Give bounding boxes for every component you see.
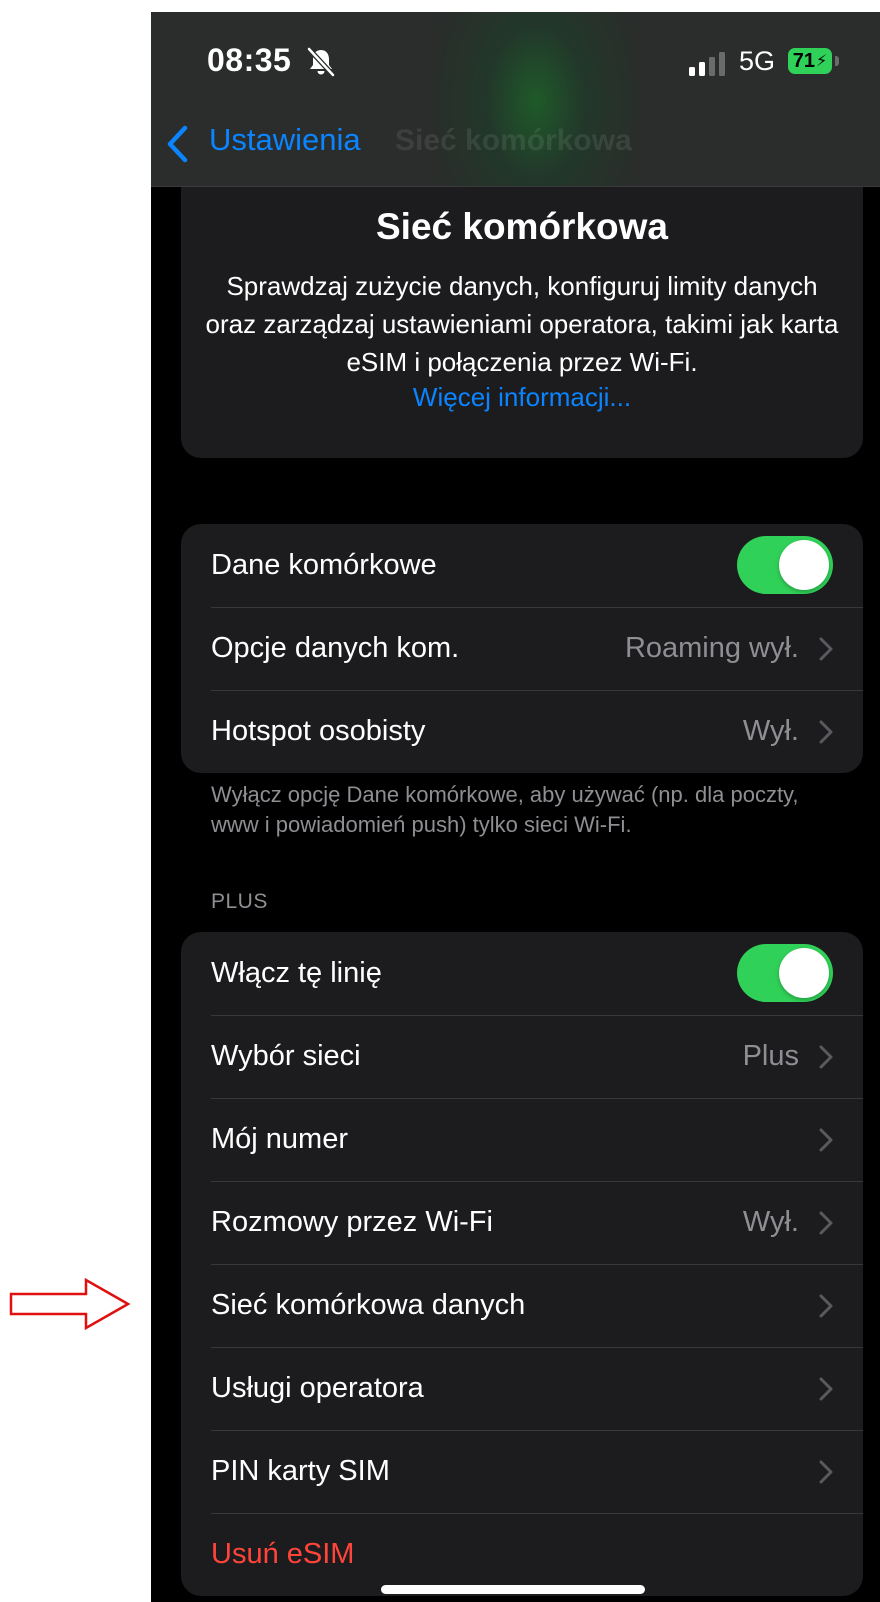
chevron-right-icon xyxy=(819,1128,833,1152)
row-value: Wył. xyxy=(742,1206,799,1238)
row-label: Opcje danych kom. xyxy=(211,632,460,664)
battery-tip xyxy=(835,56,839,66)
phone-screen: Sieć komórkowa Sprawdzaj zużycie danych,… xyxy=(151,12,880,1602)
row-personal-hotspot[interactable]: Hotspot osobisty Wył. xyxy=(181,690,863,773)
turn-on-line-toggle[interactable] xyxy=(737,944,833,1002)
delete-esim-button[interactable]: Usuń eSIM xyxy=(211,1513,354,1596)
bell-slash-icon xyxy=(307,47,335,77)
chevron-right-icon xyxy=(819,1045,833,1069)
chevron-right-icon xyxy=(819,1460,833,1484)
row-label: Włącz tę linię xyxy=(211,957,382,989)
battery-icon: 71 ⚡ xyxy=(788,48,832,74)
charging-bolt-icon: ⚡ xyxy=(816,53,828,70)
toggle-knob xyxy=(779,948,829,998)
toggle-knob xyxy=(779,540,829,590)
row-value: Wył. xyxy=(742,715,799,747)
row-cellular-data[interactable]: Dane komórkowe xyxy=(181,524,863,607)
more-info-link[interactable]: Więcej informacji... xyxy=(181,382,863,413)
back-button[interactable]: Ustawienia xyxy=(209,122,361,158)
info-title: Sieć komórkowa xyxy=(375,206,668,247)
info-description: Sprawdzaj zużycie danych, konfiguruj lim… xyxy=(205,271,839,377)
cellular-footnote: Wyłącz opcję Dane komórkowe, aby używać … xyxy=(211,782,799,837)
status-time: 08:35 xyxy=(207,42,292,78)
row-carrier-services[interactable]: Usługi operatora xyxy=(181,1347,863,1430)
chevron-right-icon xyxy=(819,1294,833,1318)
annotation-arrow-icon xyxy=(9,1277,131,1331)
row-label: Dane komórkowe xyxy=(211,549,437,581)
network-type: 5G xyxy=(739,46,776,76)
row-cellular-data-network[interactable]: Sieć komórkowa danych xyxy=(181,1264,863,1347)
top-bar: 08:35 5G 71 ⚡ Ustawienia Sieć komórkowa xyxy=(151,12,880,187)
row-value: Roaming wył. xyxy=(624,632,799,664)
row-label: Hotspot osobisty xyxy=(211,715,426,747)
row-label: Wybór sieci xyxy=(211,1040,361,1072)
row-label: Sieć komórkowa danych xyxy=(211,1289,526,1321)
chevron-right-icon xyxy=(819,637,833,661)
row-network-selection[interactable]: Wybór sieci Plus xyxy=(181,1015,863,1098)
row-turn-on-line[interactable]: Włącz tę linię xyxy=(181,932,863,1015)
plus-settings-group: Włącz tę linię Wybór sieci Plus Mój nume… xyxy=(181,932,863,1596)
section-header-plus: PLUS xyxy=(211,890,268,913)
row-my-number[interactable]: Mój numer xyxy=(181,1098,863,1181)
row-cellular-data-options[interactable]: Opcje danych kom. Roaming wył. xyxy=(181,607,863,690)
cellular-data-toggle[interactable] xyxy=(737,536,833,594)
battery-level: 71 xyxy=(792,49,815,72)
chevron-right-icon xyxy=(819,720,833,744)
chevron-left-icon[interactable] xyxy=(165,124,191,164)
row-wifi-calling[interactable]: Rozmowy przez Wi-Fi Wył. xyxy=(181,1181,863,1264)
home-indicator[interactable] xyxy=(381,1585,645,1594)
row-label: Mój numer xyxy=(211,1123,348,1155)
chevron-right-icon xyxy=(819,1211,833,1235)
info-card: Sieć komórkowa Sprawdzaj zużycie danych,… xyxy=(181,152,863,458)
signal-strength-icon xyxy=(689,52,725,76)
row-label: PIN karty SIM xyxy=(211,1455,390,1487)
row-sim-pin[interactable]: PIN karty SIM xyxy=(181,1430,863,1513)
row-label: Rozmowy przez Wi-Fi xyxy=(211,1206,493,1238)
row-delete-esim[interactable]: Usuń eSIM xyxy=(181,1513,863,1596)
row-label: Usługi operatora xyxy=(211,1372,424,1404)
row-value: Plus xyxy=(742,1040,799,1072)
nav-title: Sieć komórkowa xyxy=(395,124,632,157)
chevron-right-icon xyxy=(819,1377,833,1401)
cellular-settings-group: Dane komórkowe Opcje danych kom. Roaming… xyxy=(181,524,863,773)
